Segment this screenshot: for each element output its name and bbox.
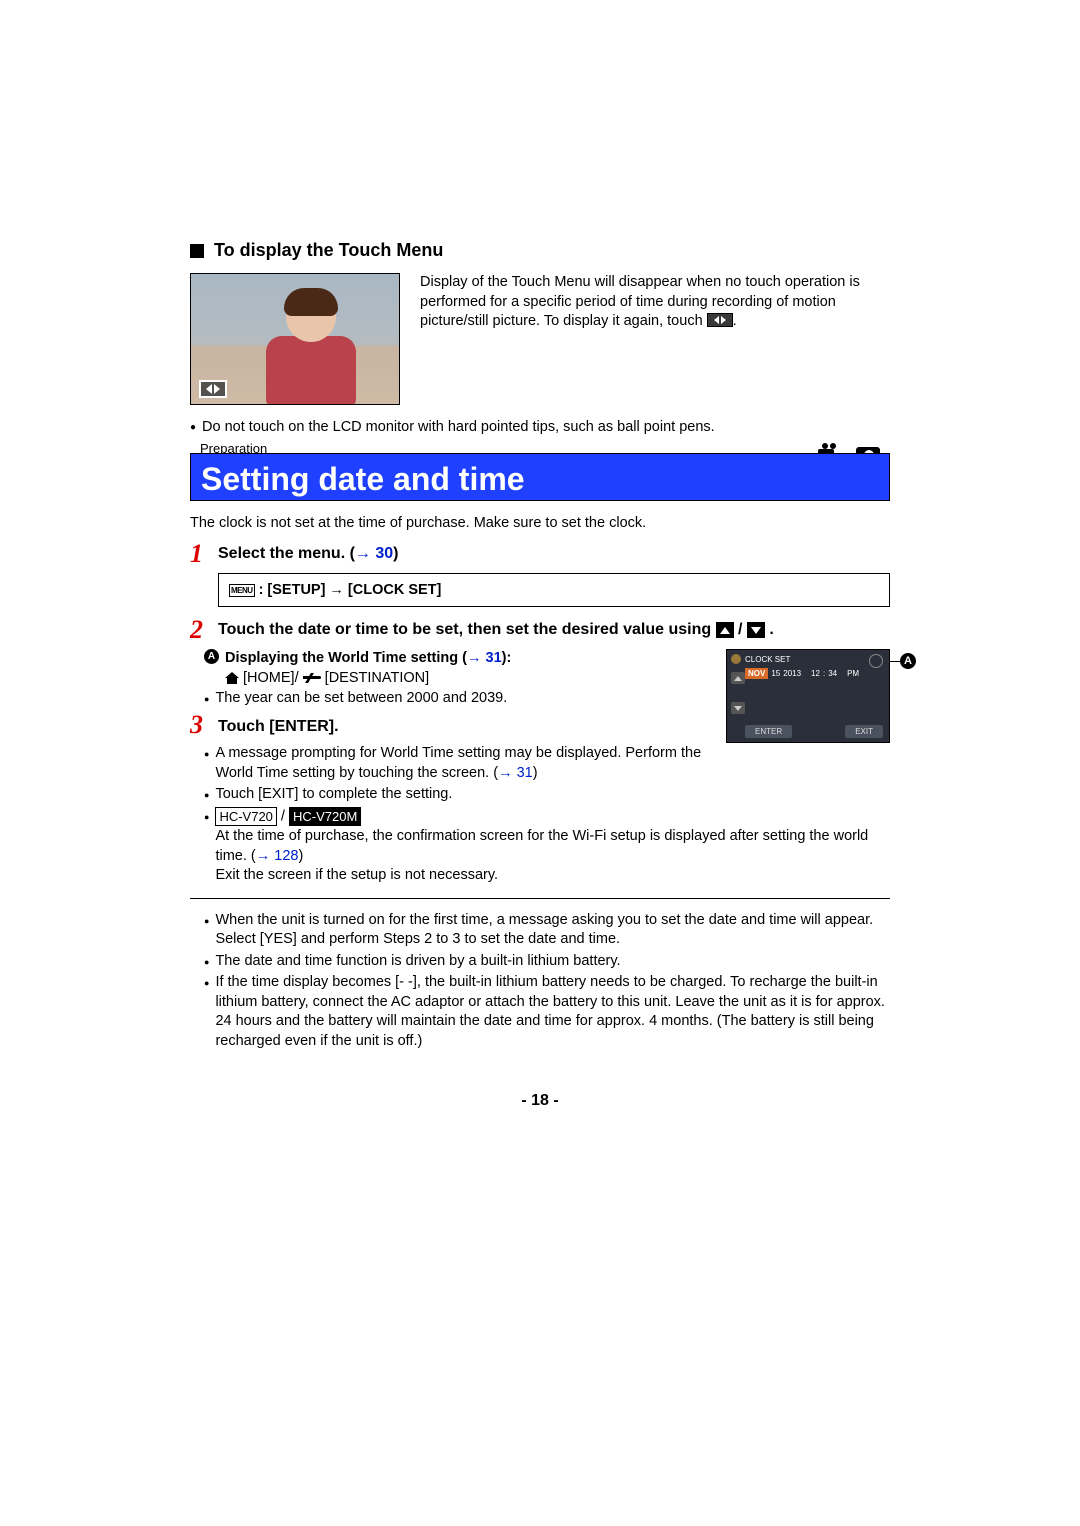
touch-menu-illustration — [190, 273, 400, 405]
model-wifi-note: HC-V720 / HC-V720M At the time of purcha… — [204, 807, 890, 886]
touch-menu-handle-inline-icon — [707, 313, 733, 327]
step-2-number: 2 — [190, 617, 210, 643]
chapter-header: Setting date and time — [190, 453, 890, 501]
callout-line — [890, 661, 900, 662]
section-heading: To display the Touch Menu — [190, 240, 890, 261]
page-ref-30[interactable]: → 30 — [355, 545, 393, 562]
page-number: - 18 - — [190, 1092, 890, 1110]
battery-driven-note: The date and time function is driven by … — [204, 952, 890, 972]
world-time-prompt-note: A message prompting for World Time setti… — [204, 744, 710, 783]
menu-path-box: MENU : [SETUP] → [CLOCK SET] — [218, 573, 890, 607]
step-2-text: Touch the date or time to be set, then s… — [218, 617, 774, 643]
down-arrow-icon — [747, 622, 765, 638]
page-ref-31b[interactable]: → 31 — [498, 765, 533, 781]
options-ring-icon — [869, 654, 883, 668]
model-badge-2: HC-V720M — [289, 807, 361, 827]
step-1-text: Select the menu. (→ 30) — [218, 541, 399, 567]
step-3-number: 3 — [190, 712, 210, 738]
model-badge-1: HC-V720 — [215, 807, 276, 827]
screen-up-arrow — [731, 672, 745, 684]
step-1-number: 1 — [190, 541, 210, 567]
clock-set-screenshot: CLOCK SET NOV 15 2013 12 : 34 PM — [726, 649, 890, 743]
home-icon — [225, 672, 239, 684]
recharge-note: If the time display becomes [- -], the b… — [204, 973, 890, 1051]
chapter-title: Setting date and time — [201, 460, 879, 498]
first-boot-note: When the unit is turned on for the first… — [204, 911, 890, 950]
exit-note: Touch [EXIT] to complete the setting. — [204, 785, 890, 805]
square-bullet-icon — [190, 244, 204, 258]
callout-a-marker: A — [900, 653, 916, 669]
step-2: 2 Touch the date or time to be set, then… — [190, 617, 890, 643]
touch-menu-description: Display of the Touch Menu will disappear… — [420, 273, 890, 405]
screen-title: CLOCK SET — [745, 655, 790, 664]
up-arrow-icon — [716, 622, 734, 638]
screen-exit-button: EXIT — [845, 725, 883, 738]
callout-a-badge: A — [204, 649, 219, 664]
screen-down-arrow — [731, 702, 745, 714]
intro-text: The clock is not set at the time of purc… — [190, 515, 890, 531]
airplane-icon — [303, 673, 321, 683]
page-ref-128[interactable]: → 128 — [256, 848, 299, 864]
divider — [190, 898, 890, 899]
year-range-note: The year can be set between 2000 and 203… — [204, 689, 710, 709]
screen-enter-button: ENTER — [745, 725, 792, 738]
page-ref-31a[interactable]: → 31 — [467, 650, 502, 666]
touch-menu-handle-icon — [199, 380, 227, 398]
lcd-warning: Do not touch on the LCD monitor with har… — [190, 419, 890, 435]
step-1: 1 Select the menu. (→ 30) — [190, 541, 890, 567]
menu-badge: MENU — [229, 584, 255, 597]
heading-text: To display the Touch Menu — [214, 240, 443, 261]
step-3-text: Touch [ENTER]. — [218, 712, 339, 738]
gear-icon — [731, 654, 741, 664]
